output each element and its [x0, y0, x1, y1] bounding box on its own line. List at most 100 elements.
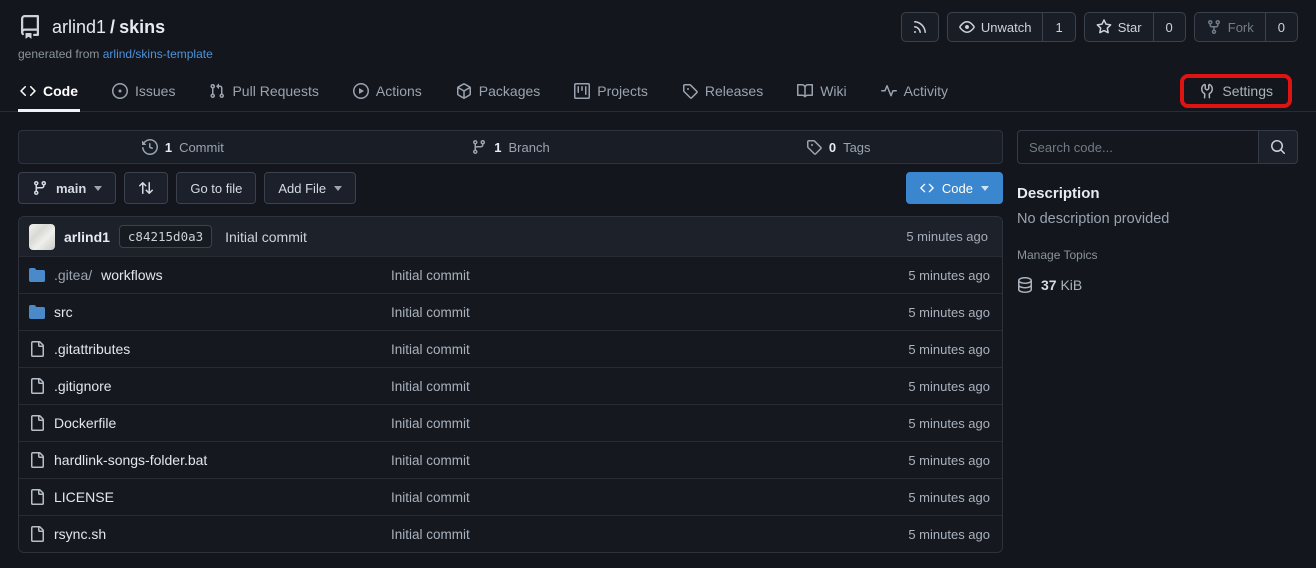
- add-file-label: Add File: [278, 181, 326, 196]
- repo-tabs: Code Issues Pull Requests Actions Packages Pr…: [18, 71, 950, 111]
- tab-packages[interactable]: Packages: [454, 71, 542, 111]
- tab-settings[interactable]: Settings: [1197, 83, 1275, 99]
- stat-commit[interactable]: 1Commit: [19, 131, 347, 163]
- tab-label: Packages: [479, 83, 540, 99]
- entry-commit-message[interactable]: Initial commit: [391, 453, 908, 468]
- search-icon: [1270, 139, 1286, 155]
- tab-label: Releases: [705, 83, 763, 99]
- folder-icon: [29, 267, 45, 283]
- file-link--gitattributes[interactable]: .gitattributes: [29, 341, 391, 357]
- entry-name: workflows: [101, 267, 162, 283]
- tab-label: Activity: [904, 83, 948, 99]
- go-to-file-button[interactable]: Go to file: [176, 172, 256, 204]
- repo-size: 37 KiB: [1017, 277, 1298, 293]
- star-button[interactable]: Star: [1085, 13, 1153, 41]
- file-icon: [29, 378, 45, 394]
- generated-from-text: generated from: [18, 47, 99, 61]
- file-link--gitignore[interactable]: .gitignore: [29, 378, 391, 394]
- dir-link-src[interactable]: src: [29, 304, 391, 320]
- tab-issues[interactable]: Issues: [110, 71, 177, 111]
- entry-commit-time: 5 minutes ago: [908, 527, 990, 542]
- entry-commit-message[interactable]: Initial commit: [391, 527, 908, 542]
- entry-commit-message[interactable]: Initial commit: [391, 379, 908, 394]
- stat-label: Commit: [179, 140, 224, 155]
- repo-name-link[interactable]: skins: [119, 17, 165, 37]
- forks-count[interactable]: 0: [1265, 13, 1297, 41]
- entry-commit-time: 5 minutes ago: [908, 453, 990, 468]
- file-link-rsync-sh[interactable]: rsync.sh: [29, 526, 391, 542]
- entry-commit-message[interactable]: Initial commit: [391, 490, 908, 505]
- entry-name: .gitignore: [54, 378, 112, 394]
- unwatch-label: Unwatch: [981, 20, 1032, 35]
- commit-author-link[interactable]: arlind1: [64, 229, 110, 245]
- tag-icon: [806, 139, 822, 155]
- dir-link-workflows[interactable]: .gitea/workflows: [29, 267, 391, 283]
- tab-code[interactable]: Code: [18, 71, 80, 111]
- fork-button[interactable]: Fork: [1195, 13, 1265, 41]
- rss-button[interactable]: [901, 12, 939, 42]
- tab-actions[interactable]: Actions: [351, 71, 424, 111]
- branch-name: main: [56, 181, 86, 196]
- search-code-input[interactable]: [1017, 130, 1258, 164]
- search-button[interactable]: [1258, 130, 1298, 164]
- settings-label: Settings: [1222, 83, 1273, 99]
- entry-commit-message[interactable]: Initial commit: [391, 342, 908, 357]
- unwatch-button[interactable]: Unwatch: [948, 13, 1043, 41]
- pull-request-icon: [209, 83, 225, 99]
- code-download-button[interactable]: Code: [906, 172, 1003, 204]
- rss-icon: [912, 19, 928, 35]
- stars-count[interactable]: 0: [1153, 13, 1185, 41]
- repo-sidebar: Description No description provided Mana…: [1017, 130, 1298, 293]
- stat-tags[interactable]: 0Tags: [674, 131, 1002, 163]
- avatar[interactable]: [29, 224, 55, 250]
- entry-commit-time: 5 minutes ago: [908, 490, 990, 505]
- stat-branch[interactable]: 1Branch: [347, 131, 675, 163]
- stat-label: Branch: [509, 140, 550, 155]
- repo-header: arlind1/skins Unwatch 1 Star 0: [0, 0, 1316, 61]
- main-content: 1Commit1Branch0Tags main Go to file Add …: [0, 112, 1316, 568]
- tab-activity[interactable]: Activity: [879, 71, 950, 111]
- compare-button[interactable]: [124, 172, 168, 204]
- star-button-group: Star 0: [1084, 12, 1186, 42]
- entry-commit-time: 5 minutes ago: [908, 305, 990, 320]
- entry-commit-message[interactable]: Initial commit: [391, 305, 908, 320]
- chevron-down-icon: [981, 186, 989, 191]
- eye-icon: [959, 19, 975, 35]
- tools-icon: [1199, 83, 1215, 99]
- tab-label: Pull Requests: [232, 83, 318, 99]
- file-link-dockerfile[interactable]: Dockerfile: [29, 415, 391, 431]
- file-link-license[interactable]: LICENSE: [29, 489, 391, 505]
- file-icon: [29, 489, 45, 505]
- commit-message-link[interactable]: Initial commit: [225, 229, 307, 245]
- tab-releases[interactable]: Releases: [680, 71, 765, 111]
- chevron-down-icon: [334, 186, 342, 191]
- add-file-button[interactable]: Add File: [264, 172, 356, 204]
- book-icon: [797, 83, 813, 99]
- tab-projects[interactable]: Projects: [572, 71, 650, 111]
- commit-time: 5 minutes ago: [906, 229, 992, 244]
- repo-action-buttons: Unwatch 1 Star 0 Fork 0: [901, 12, 1298, 42]
- repo-nav: Code Issues Pull Requests Actions Packages Pr…: [0, 71, 1316, 112]
- file-row: DockerfileInitial commit5 minutes ago: [19, 404, 1002, 441]
- entry-commit-message[interactable]: Initial commit: [391, 268, 908, 283]
- entry-commit-message[interactable]: Initial commit: [391, 416, 908, 431]
- repo-title-separator: /: [110, 17, 115, 37]
- entry-name: .gitattributes: [54, 341, 130, 357]
- tab-pull-requests[interactable]: Pull Requests: [207, 71, 320, 111]
- description-text: No description provided: [1017, 211, 1298, 227]
- toolbar-spacer: [364, 172, 898, 204]
- generated-from-line: generated from arlind/skins-template: [18, 47, 1298, 61]
- fork-label: Fork: [1228, 20, 1254, 35]
- file-link-hardlink-songs-folder-bat[interactable]: hardlink-songs-folder.bat: [29, 452, 391, 468]
- branch-selector[interactable]: main: [18, 172, 116, 204]
- file-icon: [29, 452, 45, 468]
- tab-label: Wiki: [820, 83, 846, 99]
- tab-wiki[interactable]: Wiki: [795, 71, 848, 111]
- repo-owner-link[interactable]: arlind1: [52, 17, 106, 37]
- file-icon: [29, 341, 45, 357]
- commit-hash-link[interactable]: c84215d0a3: [119, 225, 212, 248]
- watchers-count[interactable]: 1: [1042, 13, 1074, 41]
- template-repo-link[interactable]: arlind/skins-template: [103, 47, 213, 61]
- repo-stats-bar: 1Commit1Branch0Tags: [18, 130, 1003, 164]
- manage-topics-link[interactable]: Manage Topics: [1017, 248, 1098, 262]
